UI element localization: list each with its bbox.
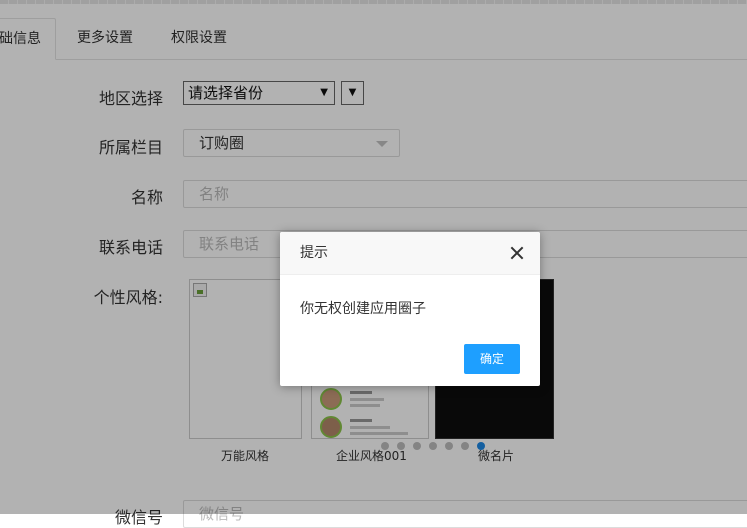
dialog-header: 提示 (280, 232, 540, 275)
dialog-title: 提示 (300, 245, 328, 261)
dialog-message: 你无权创建应用圈子 (300, 301, 426, 317)
alert-dialog: 提示 你无权创建应用圈子 确定 (280, 232, 540, 386)
confirm-button[interactable]: 确定 (464, 344, 520, 374)
close-icon[interactable] (510, 246, 524, 260)
